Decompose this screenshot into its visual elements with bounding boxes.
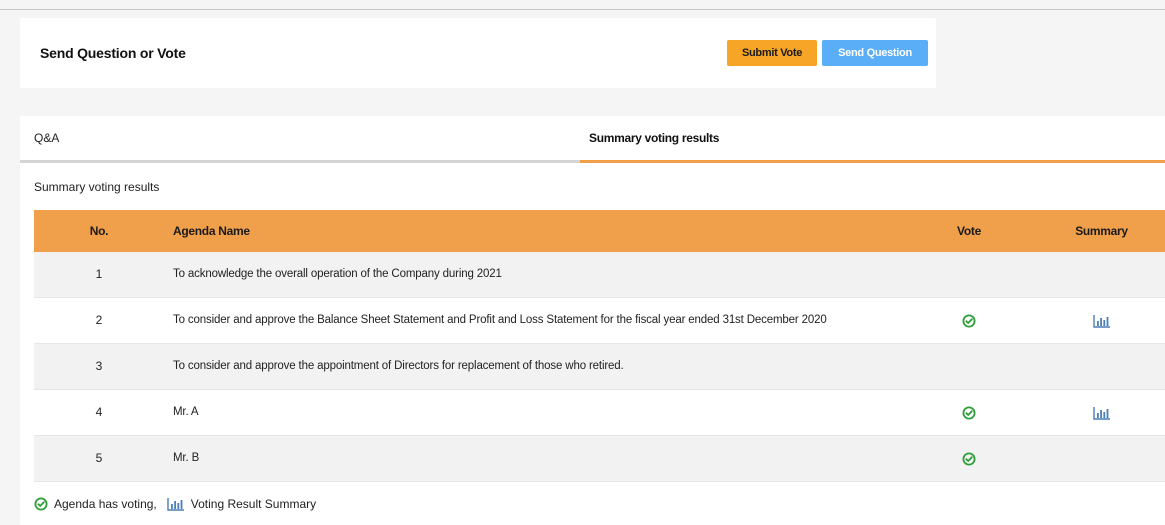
column-header-summary: Summary [1075,224,1128,238]
cell-agenda-name: Mr. B [173,452,200,464]
legend-summary-text: Voting Result Summary [190,497,317,511]
send-question-button[interactable]: Send Question [822,40,928,66]
tab-summary-label: Summary voting results [589,131,720,145]
results-panel: Q&A Summary voting results Summary votin… [20,116,1165,525]
table-row: 5 Mr. B [34,436,1165,482]
cell-summary [1054,298,1149,343]
cell-no: 2 [95,313,103,327]
column-header-vote: Vote [957,224,981,238]
cell-no: 4 [95,405,103,419]
section-title: Summary voting results [34,180,160,194]
table-row: 3 To consider and approve the appointment… [34,344,1165,390]
cell-vote [939,344,999,389]
cell-summary [1054,344,1149,389]
cell-vote [939,390,999,435]
bar-chart-icon[interactable] [1092,314,1111,328]
cell-agenda-name: To acknowledge the overall operation of … [173,268,502,280]
cell-vote [939,298,999,343]
cell-no: 5 [95,451,103,465]
cell-no: 1 [95,267,103,281]
column-header-agenda-name: Agenda Name [173,224,250,238]
check-circle-icon[interactable] [962,452,976,466]
legend: Agenda has voting, Voting Result Summary [34,494,316,514]
cell-agenda-name: Mr. A [173,406,199,418]
top-border [0,0,1165,10]
check-circle-icon[interactable] [962,314,976,328]
table-row: 4 Mr. A [34,390,1165,436]
cell-summary [1054,252,1149,297]
cell-agenda-name: To consider and approve the Balance Shee… [173,314,827,326]
table-body: 1 To acknowledge the overall operation of… [34,252,1165,482]
table-row: 1 To acknowledge the overall operation of… [34,252,1165,298]
tab-bar: Q&A Summary voting results [20,116,1165,163]
column-header-no: No. [89,224,109,238]
submit-vote-button[interactable]: Submit Vote [727,40,817,66]
cell-vote [939,436,999,481]
page-title: Send Question or Vote [40,45,186,61]
cell-summary [1054,436,1149,481]
bar-chart-icon [167,497,185,511]
cell-summary [1054,390,1149,435]
table-row: 2 To consider and approve the Balance She… [34,298,1165,344]
tab-qa[interactable]: Q&A [20,116,580,163]
voting-results-table: No. Agenda Name Vote Summary 1 To acknowl… [34,210,1165,482]
bar-chart-icon[interactable] [1092,406,1111,420]
check-circle-icon[interactable] [962,406,976,420]
table-header: No. Agenda Name Vote Summary [34,210,1165,252]
tab-summary-voting-results[interactable]: Summary voting results [580,116,1165,163]
cell-no: 3 [95,359,103,373]
legend-vote-text: Agenda has voting, [54,497,157,511]
cell-agenda-name: To consider and approve the appointment … [173,360,624,372]
cell-vote [939,252,999,297]
header-card: Send Question or Vote Submit Vote Send Q… [20,18,936,88]
check-circle-icon [34,497,48,511]
tab-qa-label: Q&A [34,131,60,145]
